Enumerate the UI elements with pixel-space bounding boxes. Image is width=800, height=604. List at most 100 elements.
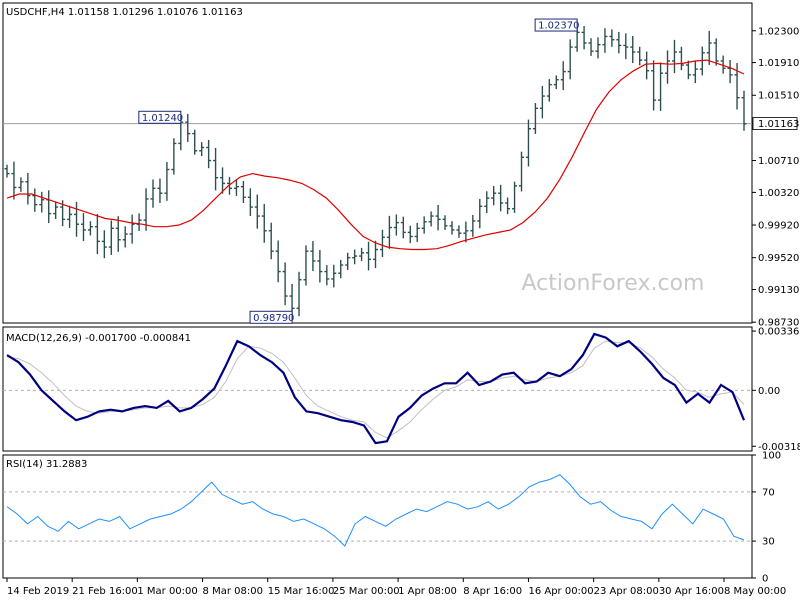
annotation-label: 1.01240 bbox=[142, 113, 183, 124]
price-annotation: 1.02370 bbox=[534, 18, 579, 32]
price-bar bbox=[352, 249, 358, 265]
macd-signal-line bbox=[6, 340, 745, 439]
price-bar bbox=[366, 241, 372, 271]
price-bar bbox=[588, 38, 594, 56]
price-bar bbox=[407, 225, 413, 244]
price-bar bbox=[491, 186, 497, 206]
price-bar bbox=[505, 197, 511, 215]
price-bar bbox=[525, 119, 531, 167]
price-bar bbox=[713, 38, 719, 66]
price-bar bbox=[373, 240, 378, 269]
rsi-y-tick-label: 30 bbox=[762, 537, 775, 548]
price-y-tick-label: 1.01510 bbox=[758, 91, 799, 102]
price-bar bbox=[386, 215, 392, 249]
price-bar bbox=[122, 226, 128, 248]
price-bar bbox=[115, 216, 121, 252]
price-bar bbox=[685, 60, 691, 80]
price-bar bbox=[18, 177, 24, 192]
price-bar bbox=[546, 79, 552, 102]
price-bar bbox=[727, 60, 733, 84]
price-bar bbox=[268, 222, 274, 260]
price-annotation: 0.98790 bbox=[249, 310, 294, 324]
price-bar bbox=[39, 191, 45, 213]
price-y-tick-label: 1.02300 bbox=[758, 26, 799, 37]
price-bar bbox=[630, 35, 636, 64]
macd-label: MACD(12,26,9) -0.001700 -0.000841 bbox=[6, 333, 191, 344]
price-bar bbox=[129, 214, 135, 244]
price-bar bbox=[247, 188, 253, 217]
chart-container: 1.02300 1.01910 1.01510 1.01163 1.00710 1.003… bbox=[0, 0, 800, 600]
price-y-tick-label: 0.99920 bbox=[758, 221, 799, 232]
x-tick-label: 30 Apr 16:00 bbox=[659, 586, 724, 597]
price-bar bbox=[213, 147, 219, 191]
price-bar bbox=[498, 184, 504, 212]
price-bar bbox=[25, 172, 31, 205]
price-bar bbox=[560, 61, 566, 91]
x-tick-label: 14 Feb 2019 bbox=[7, 586, 69, 597]
price-bar bbox=[539, 86, 545, 119]
price-annotation: 1.01240 bbox=[138, 110, 183, 124]
price-y-tick-label: 0.99130 bbox=[758, 285, 799, 296]
price-bar bbox=[567, 39, 573, 80]
annotation-label: 1.02370 bbox=[538, 21, 579, 32]
price-bar bbox=[11, 161, 17, 200]
price-y-tick-label: 1.01910 bbox=[758, 58, 799, 69]
rsi-y-tick-label: 0 bbox=[762, 574, 768, 585]
price-bar bbox=[157, 178, 163, 203]
price-bar bbox=[345, 252, 351, 270]
price-y-tick-label: 1.00320 bbox=[758, 188, 799, 199]
macd-frame bbox=[2, 326, 753, 452]
price-bar bbox=[379, 229, 385, 258]
price-bar bbox=[185, 113, 191, 142]
x-tick-label: 1 Apr 08:00 bbox=[398, 586, 457, 597]
price-bar bbox=[275, 240, 281, 283]
price-bar bbox=[665, 50, 671, 84]
price-bar bbox=[150, 179, 156, 208]
x-tick-label: 8 Mar 08:00 bbox=[203, 586, 263, 597]
price-bar bbox=[428, 211, 434, 227]
x-tick-label: 25 Mar 00:00 bbox=[333, 586, 400, 597]
price-bar bbox=[101, 230, 107, 259]
macd-y-tick-label: 0.003368 bbox=[758, 327, 800, 338]
price-bar bbox=[609, 29, 615, 47]
current-price-label: 1.01163 bbox=[758, 119, 799, 130]
price-bar bbox=[338, 259, 344, 279]
price-bar bbox=[692, 60, 698, 84]
price-bar bbox=[414, 222, 420, 242]
x-tick-label: 21 Feb 16:00 bbox=[72, 586, 138, 597]
price-bar bbox=[393, 214, 399, 236]
price-bar bbox=[477, 198, 483, 229]
price-bar bbox=[282, 262, 288, 306]
price-bar bbox=[87, 221, 93, 236]
price-bar bbox=[484, 191, 490, 214]
price-bar bbox=[32, 188, 38, 212]
price-bar bbox=[46, 190, 52, 224]
x-tick-label: 16 Apr 00:00 bbox=[528, 586, 593, 597]
price-bar bbox=[108, 220, 114, 255]
rsi-y-tick-label: 70 bbox=[762, 487, 775, 498]
price-bar bbox=[456, 225, 462, 238]
price-bar bbox=[435, 204, 441, 231]
price-bar bbox=[512, 181, 518, 213]
price-bar bbox=[671, 39, 677, 74]
price-bar bbox=[192, 129, 198, 155]
price-bar bbox=[310, 241, 316, 272]
price-bar bbox=[602, 28, 608, 53]
chart-header: USDCHF,H4 1.01158 1.01296 1.01076 1.0116… bbox=[6, 7, 243, 18]
price-bar bbox=[74, 201, 80, 237]
price-bar bbox=[421, 216, 427, 234]
macd-y-tick-label: 0.00 bbox=[758, 386, 780, 397]
macd-panel: 0.0033680.00-0.003181 bbox=[2, 326, 800, 453]
price-bar bbox=[532, 103, 538, 134]
price-bar bbox=[206, 139, 212, 169]
price-bar bbox=[324, 265, 330, 286]
price-bar bbox=[94, 213, 100, 255]
price-bar bbox=[470, 214, 476, 237]
price-bar bbox=[254, 194, 260, 229]
rsi-line bbox=[6, 474, 745, 547]
annotation-label: 0.98790 bbox=[253, 313, 294, 324]
x-tick-label: 23 Apr 08:00 bbox=[594, 586, 659, 597]
price-bar bbox=[296, 271, 302, 317]
price-bar bbox=[449, 221, 455, 235]
price-bar bbox=[616, 31, 622, 54]
